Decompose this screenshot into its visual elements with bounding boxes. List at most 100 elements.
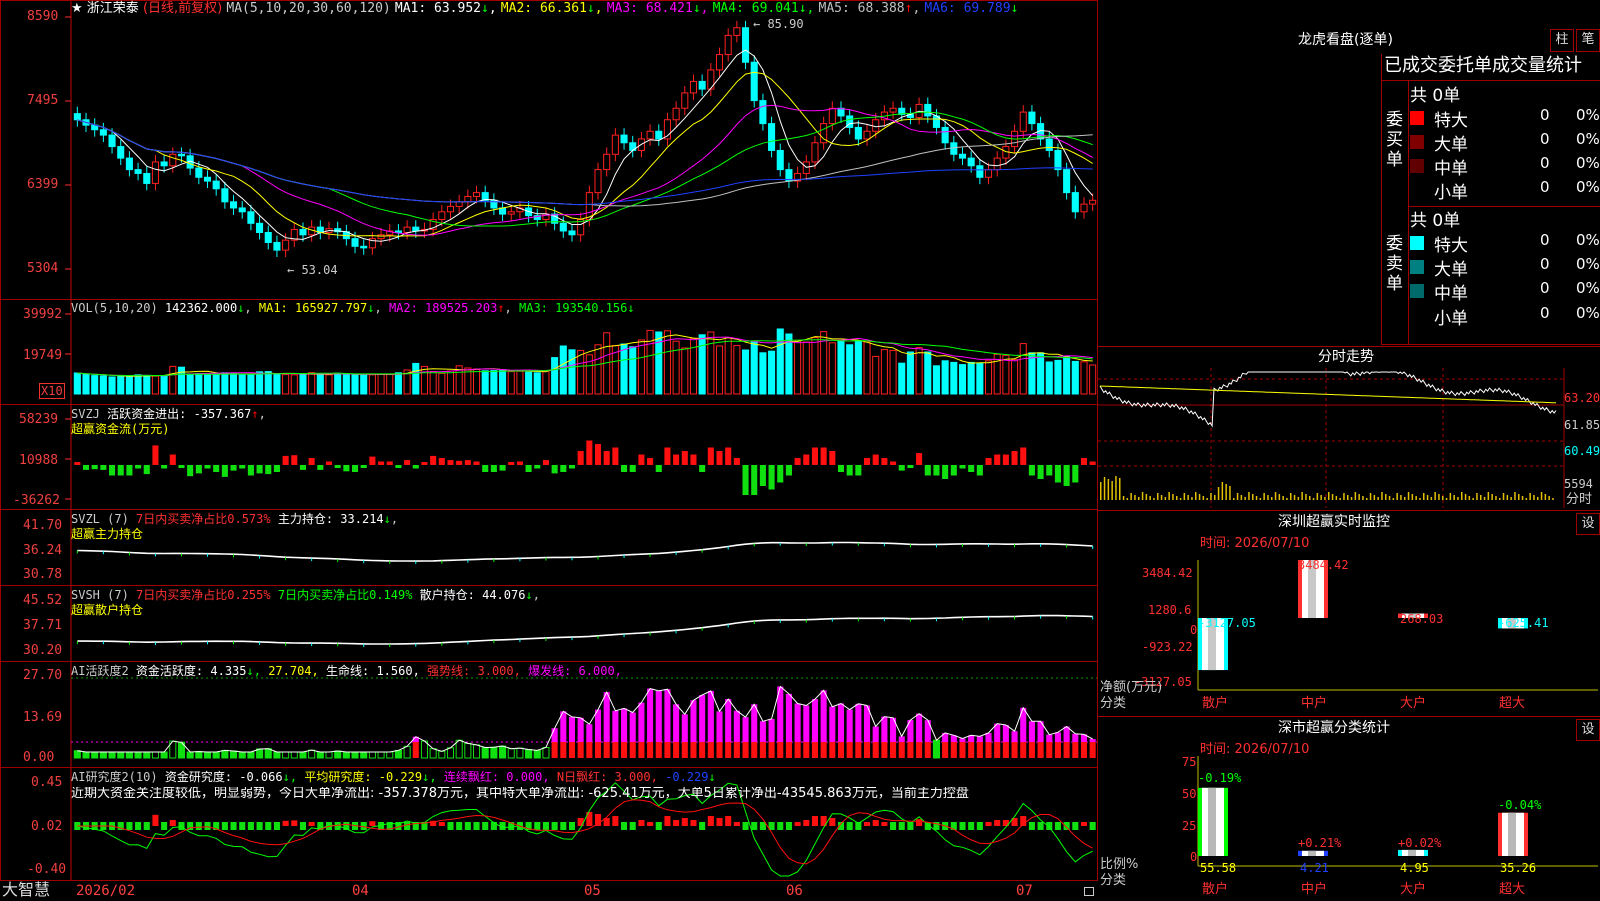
ai-research-panel[interactable]: AI研究度2(10) 资金研究度: -0.066↓, 平均研究度: -0.229… xyxy=(0,767,1099,882)
research-bar-112 xyxy=(1046,822,1053,830)
activity-bar-base-85 xyxy=(811,742,819,758)
volume-bar-18 xyxy=(230,372,238,395)
activity-bar-base-75 xyxy=(725,742,732,758)
research-chart[interactable] xyxy=(1,768,1099,882)
ai1-y-tick-3: 0.00 xyxy=(23,750,55,765)
research-bar-57 xyxy=(568,822,576,830)
classify-bar-shade-3 xyxy=(1408,849,1416,856)
svzl-t1: 7日内买卖净占比0.573% xyxy=(136,512,271,526)
activity-bar-base-66 xyxy=(647,742,654,758)
svzj-panel[interactable]: SVZJ 活跃资金进出: -357.367↑, 超赢资金流(万元) 58239 … xyxy=(0,404,1098,511)
intraday-chart[interactable] xyxy=(1098,368,1600,508)
volume-panel[interactable]: VOL(5,10,20) 142362.000↓, MA1: 165927.79… xyxy=(0,299,1099,406)
low-price-label: ← 53.04 xyxy=(287,263,338,277)
classify-tick-1: 75 xyxy=(1182,755,1197,769)
monitor-cat-3: 大户 xyxy=(1400,696,1427,711)
research-bar-26 xyxy=(299,822,307,830)
activity-bar-base-78 xyxy=(751,742,758,758)
research-bar-9 xyxy=(152,814,159,826)
intraday-vol-210 xyxy=(1499,498,1501,500)
flow-bar-68 xyxy=(664,447,671,465)
activity-bar-top-80 xyxy=(768,718,775,742)
activity-bar-top-57 xyxy=(568,716,576,742)
activity-bar-25 xyxy=(290,751,298,759)
activity-bar-base-84 xyxy=(803,742,810,758)
candlestick-chart[interactable] xyxy=(1,1,1099,301)
monitor-cat-4: 超大 xyxy=(1499,696,1526,711)
volume-bar-117 xyxy=(1089,364,1097,395)
research-bar-115 xyxy=(1072,822,1079,830)
favorite-star-icon[interactable]: ★ xyxy=(71,1,83,16)
volume-bar-73 xyxy=(707,331,715,395)
flow-bar-43 xyxy=(447,460,454,465)
svsh-panel[interactable]: SVSH (7) 7日内买卖净占比0.255% 7日内买卖净占比0.149% 散… xyxy=(0,585,1098,663)
intraday-vol-126 xyxy=(1339,498,1341,500)
activity-bar-base-58 xyxy=(577,742,584,758)
ma4-value: 69.041 xyxy=(751,1,799,16)
lock-icon[interactable] xyxy=(1084,887,1094,896)
flow-bar-31 xyxy=(343,465,350,472)
research-bar-94 xyxy=(890,822,897,830)
activity-bar-35 xyxy=(377,751,385,759)
activity-bar-top-68 xyxy=(664,689,671,742)
research-bar-92 xyxy=(872,820,879,826)
research-bar-113 xyxy=(1054,822,1061,830)
volume-bar-116 xyxy=(1080,361,1088,395)
activity-bar-19 xyxy=(238,751,246,759)
flow-bar-12 xyxy=(178,465,185,468)
research-bar-20 xyxy=(247,822,254,830)
flow-bar-100 xyxy=(942,465,949,479)
intraday-vol-168 xyxy=(1419,498,1421,500)
chart-mode[interactable]: (日线,前复权) xyxy=(143,1,222,16)
tick-mode-button[interactable]: 笔 xyxy=(1576,29,1600,52)
activity-bar-base-87 xyxy=(829,742,836,758)
intraday-vol-32 xyxy=(1160,495,1163,500)
volume-bar-31 xyxy=(342,373,350,395)
brand-label[interactable]: 大智慧 xyxy=(2,882,50,898)
classify-pct-3: +0.02% xyxy=(1398,836,1442,850)
volume-bar-29 xyxy=(325,374,333,395)
y-tick-7495: 7495 xyxy=(27,93,59,108)
volume-bar-97 xyxy=(915,347,923,395)
svzl-panel[interactable]: SVZL (7) 7日内买卖净占比0.573% 主力持仓: 33.214↓, 超… xyxy=(0,509,1098,587)
activity-bar-49 xyxy=(499,745,507,759)
classify-cat-1: 散户 xyxy=(1202,882,1229,897)
activity-bar-base-114 xyxy=(1063,742,1070,758)
volume-chart[interactable] xyxy=(1,300,1099,406)
flow-bar-80 xyxy=(768,465,775,490)
activity-bar-top-83 xyxy=(794,703,801,742)
volume-bar-93 xyxy=(880,349,888,395)
intraday-tick-3: 60.49 xyxy=(1564,444,1600,458)
intraday-tick-1: 63.20 xyxy=(1564,391,1600,405)
ai-activity-panel[interactable]: AI活跃度2 资金活跃度: 4.335↓, 27.704, 生命线: 1.560… xyxy=(0,661,1099,769)
right-sidebar: 龙虎看盘(逐单) 柱 笔 已成交委托单成交量统计 委买单 共 0单 特大 0 0… xyxy=(1098,0,1600,900)
candle-body-80 xyxy=(768,123,776,151)
intraday-vol-238 xyxy=(1552,498,1554,500)
volume-bar-79 xyxy=(759,352,767,395)
bar-mode-button[interactable]: 柱 xyxy=(1550,29,1574,52)
activity-bar-top-87 xyxy=(829,706,836,742)
activity-chart[interactable] xyxy=(1,662,1099,769)
intraday-vol-92 xyxy=(1274,492,1277,500)
research-bar-24 xyxy=(282,820,289,826)
candle-body-35 xyxy=(377,234,385,240)
flow-bar-110 xyxy=(1028,465,1035,476)
vol-ma-line-3 xyxy=(77,339,1093,377)
intraday-avg-line xyxy=(1099,385,1557,404)
activity-bar-top-88 xyxy=(837,703,845,742)
intraday-vol-148 xyxy=(1381,492,1383,500)
classify-ylabel: 比例% xyxy=(1100,857,1139,872)
activity-bar-3 xyxy=(99,751,107,759)
activity-bar-48 xyxy=(490,746,498,759)
activity-bar-41 xyxy=(429,748,437,759)
volume-bar-35 xyxy=(377,373,385,395)
svzl-title: SVZL (7) xyxy=(71,512,129,526)
intraday-vol-216 xyxy=(1510,497,1512,500)
volume-bar-22 xyxy=(264,371,272,395)
main-chart-panel[interactable]: ★ 浙江荣泰 (日线,前复权) MA(5,10,20,30,60,120) MA… xyxy=(0,0,1099,301)
activity-bar-top-82 xyxy=(785,693,792,742)
candle-body-24 xyxy=(282,239,290,251)
svzl-t2: 主力持仓: 33.214 xyxy=(277,512,384,526)
volume-bar-9 xyxy=(151,375,159,395)
ma-line-5 xyxy=(77,119,1093,207)
